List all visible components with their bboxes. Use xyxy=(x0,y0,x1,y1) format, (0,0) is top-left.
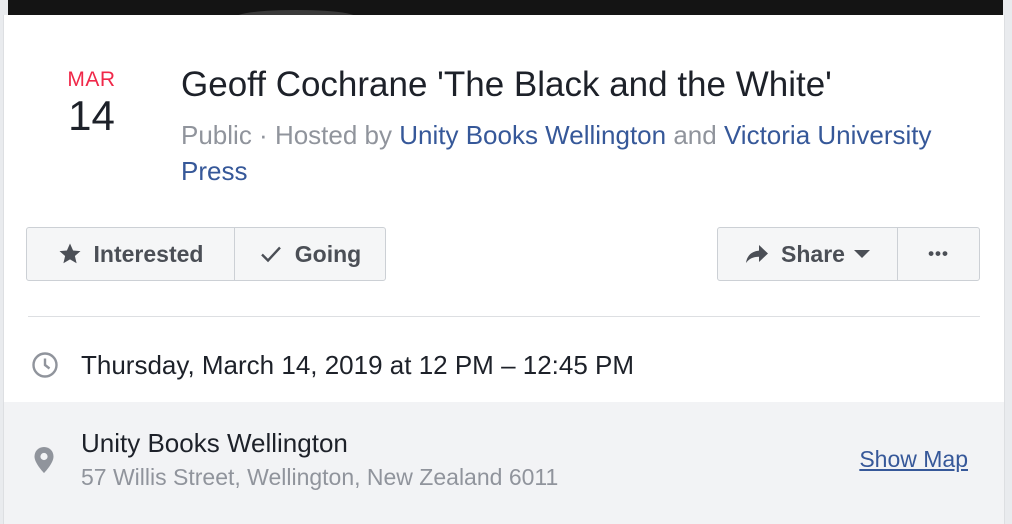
host-link-unity-books[interactable]: Unity Books Wellington xyxy=(399,120,666,150)
event-privacy: Public xyxy=(181,120,252,150)
share-arrow-icon xyxy=(746,245,769,263)
venue-name[interactable]: Unity Books Wellington xyxy=(81,426,348,460)
event-subtitle: Public · Hosted by Unity Books Wellingto… xyxy=(181,117,941,189)
venue-address: 57 Willis Street, Wellington, New Zealan… xyxy=(81,464,559,490)
hosted-by-prefix: Hosted by xyxy=(274,120,400,150)
event-month: MAR xyxy=(67,68,116,91)
event-title: Geoff Cochrane 'The Black and the White' xyxy=(181,65,832,104)
section-divider xyxy=(28,316,980,317)
interested-button[interactable]: Interested xyxy=(27,228,234,280)
check-icon xyxy=(260,246,281,263)
share-button-group: Share ••• xyxy=(717,227,980,281)
going-button[interactable]: Going xyxy=(234,228,385,280)
rsvp-button-group: Interested Going xyxy=(26,227,386,281)
subtitle-separator: · xyxy=(251,120,275,150)
caret-down-icon xyxy=(853,250,870,258)
host-joiner: and xyxy=(666,120,724,150)
cover-photo xyxy=(8,0,1003,15)
clock-icon xyxy=(32,352,58,378)
star-icon xyxy=(59,243,81,264)
going-label: Going xyxy=(294,240,362,267)
share-label: Share xyxy=(781,240,845,267)
event-day: 14 xyxy=(68,92,115,139)
event-header-card: MAR 14 Geoff Cochrane 'The Black and the… xyxy=(3,15,1005,524)
event-time-row: Thursday, March 14, 2019 at 12 PM – 12:4… xyxy=(4,330,1004,402)
more-options-label: ••• xyxy=(928,244,949,263)
more-options-button[interactable]: ••• xyxy=(897,228,979,280)
event-date-badge: MAR 14 xyxy=(44,67,139,139)
share-button[interactable]: Share xyxy=(718,228,897,280)
show-map-link[interactable]: Show Map xyxy=(859,443,968,475)
event-location-row[interactable]: Unity Books Wellington 57 Willis Street,… xyxy=(4,402,1004,524)
interested-label: Interested xyxy=(93,240,204,267)
event-datetime: Thursday, March 14, 2019 at 12 PM – 12:4… xyxy=(81,350,635,380)
map-pin-icon xyxy=(34,447,54,473)
